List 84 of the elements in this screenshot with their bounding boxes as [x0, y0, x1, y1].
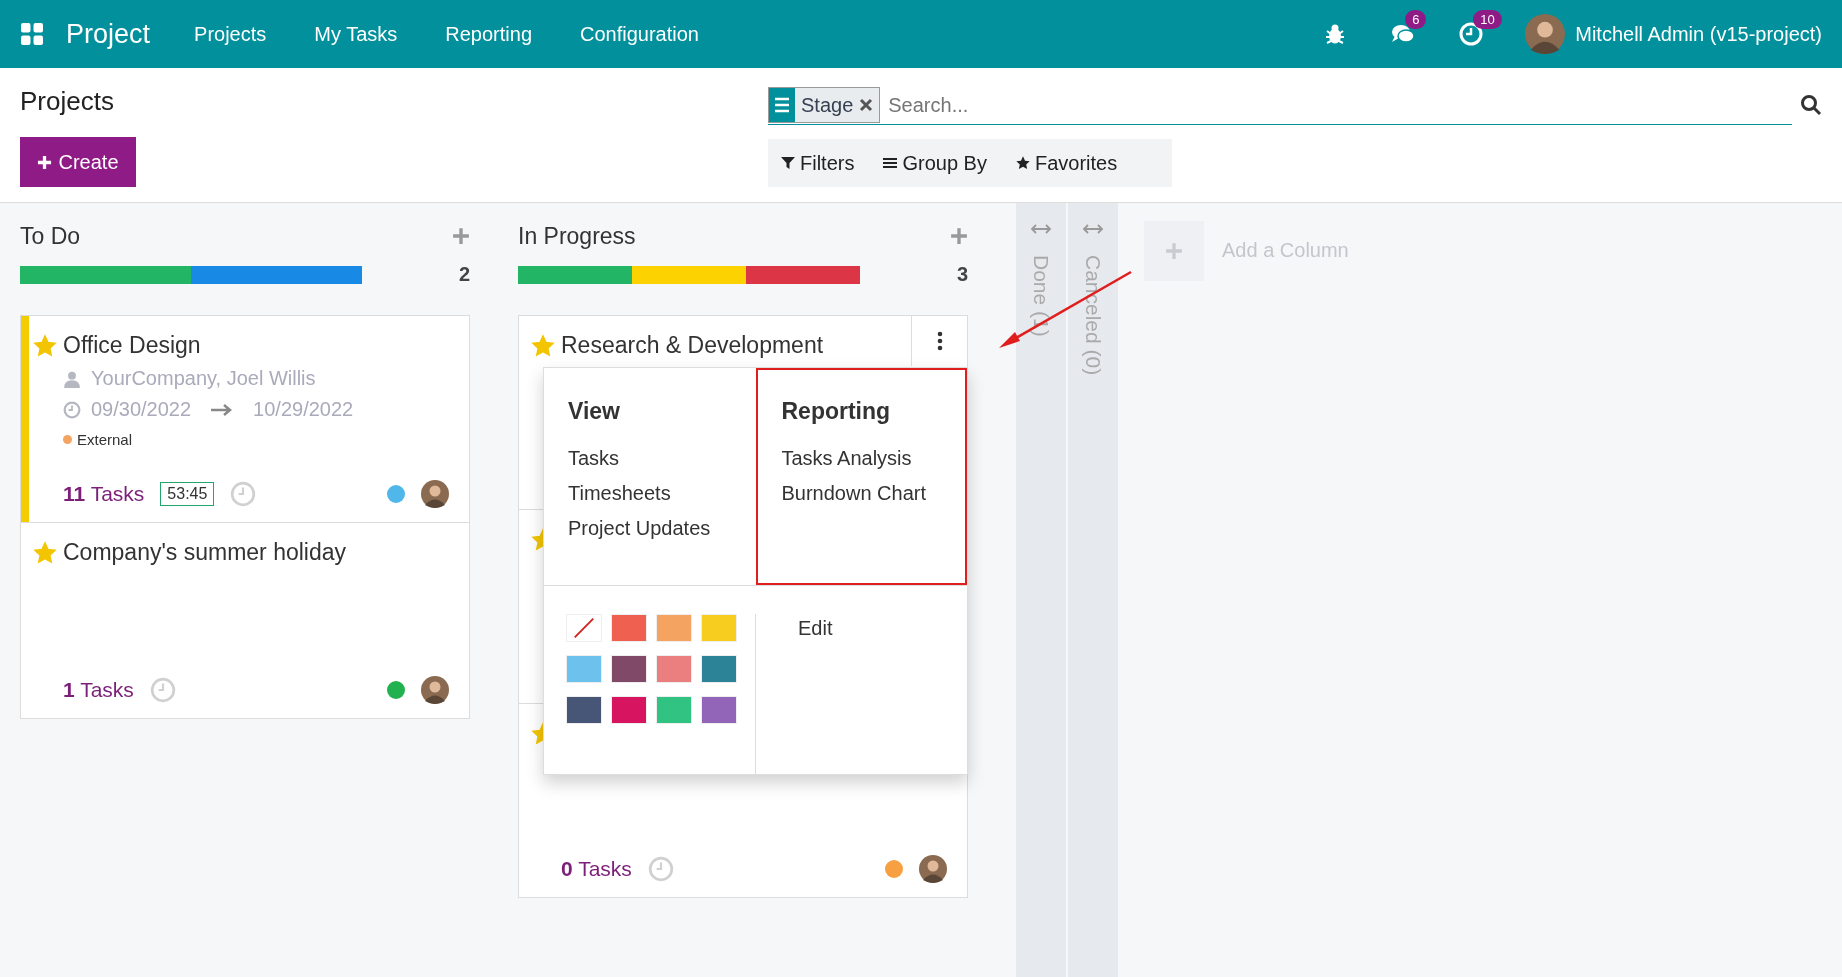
- menu-item[interactable]: Timesheets: [568, 476, 756, 511]
- column-title: Canceled (0): [1081, 255, 1105, 376]
- search-icon[interactable]: [1800, 94, 1822, 116]
- avatar-icon: [421, 480, 449, 508]
- color-swatch[interactable]: [656, 614, 692, 642]
- menu-item[interactable]: Configuration: [556, 22, 723, 46]
- menu-item[interactable]: Tasks: [568, 441, 756, 476]
- toolbar-button[interactable]: Group By: [882, 151, 987, 175]
- menu-item[interactable]: Tasks Analysis: [781, 441, 965, 476]
- add-column-button[interactable]: [1144, 221, 1204, 281]
- color-swatch[interactable]: [611, 696, 647, 724]
- record-count: 3: [956, 263, 968, 286]
- status-dot[interactable]: [387, 485, 405, 503]
- menu-item[interactable]: Projects: [170, 22, 291, 46]
- star-icon: [1014, 155, 1031, 171]
- notification-badge: 6: [1405, 10, 1427, 29]
- tasks-link[interactable]: 11 Tasks: [63, 482, 145, 506]
- status-dot[interactable]: [387, 681, 405, 699]
- search-field[interactable]: Search...: [886, 92, 1792, 118]
- color-swatch[interactable]: [701, 655, 737, 683]
- card-title[interactable]: Office Design: [63, 332, 449, 359]
- plus-icon[interactable]: [950, 227, 968, 245]
- avatar-icon: [421, 676, 449, 704]
- color-swatch[interactable]: [611, 614, 647, 642]
- record-count: 2: [458, 263, 470, 286]
- avatar-icon: [919, 855, 947, 883]
- search-facet[interactable]: Stage: [768, 87, 881, 123]
- filter-icon: [780, 155, 796, 171]
- card-title[interactable]: Research & Development: [561, 332, 947, 359]
- tasks-link[interactable]: 0 Tasks: [561, 857, 632, 881]
- menu-heading: Reporting: [781, 398, 892, 425]
- create-button[interactable]: Create: [20, 137, 136, 187]
- menu-item[interactable]: Project Updates: [568, 511, 756, 546]
- progress-segment[interactable]: [518, 265, 632, 284]
- toolbar-button[interactable]: Favorites: [1014, 151, 1118, 175]
- progress-segment[interactable]: [191, 265, 362, 284]
- project-card[interactable]: Company's summer holiday 1 Tasks: [20, 522, 470, 719]
- tasks-link[interactable]: 1 Tasks: [63, 678, 134, 702]
- more-icon[interactable]: [936, 331, 943, 351]
- menu-item[interactable]: Burndown Chart: [781, 476, 965, 511]
- star-icon[interactable]: [531, 334, 555, 358]
- toolbar-button[interactable]: Filters: [780, 151, 855, 175]
- menu-item[interactable]: My Tasks: [290, 22, 422, 46]
- time-badge: 53:45: [160, 482, 215, 506]
- card-title[interactable]: Company's summer holiday: [63, 539, 449, 566]
- column-title: To Do: [20, 222, 81, 250]
- color-swatch[interactable]: [656, 696, 692, 724]
- clock-icon: [63, 400, 81, 419]
- expand-icon[interactable]: [1030, 223, 1052, 235]
- close-icon[interactable]: [859, 98, 874, 112]
- menu-heading: View: [568, 398, 621, 425]
- customer-name: YourCompany, Joel Willis: [91, 367, 316, 390]
- apps-menu-icon[interactable]: [20, 22, 44, 46]
- expand-icon[interactable]: [1082, 223, 1104, 235]
- list-icon: [882, 155, 899, 171]
- project-card[interactable]: Office Design YourCompany, Joel Willis 09/30/2022 10/29/2022 External 11 Tasks 53:45: [20, 315, 470, 523]
- color-swatch[interactable]: [566, 696, 602, 724]
- plus-icon: [37, 154, 53, 170]
- no-color-swatch[interactable]: [566, 614, 602, 642]
- avatar-icon: [1525, 14, 1566, 54]
- menu-item[interactable]: Reporting: [421, 22, 556, 46]
- app-name[interactable]: Project: [66, 18, 151, 50]
- progress-segment[interactable]: [746, 265, 860, 284]
- tag-label: External: [77, 431, 133, 448]
- color-swatch[interactable]: [701, 696, 737, 724]
- arrow-icon: [211, 403, 234, 416]
- color-swatch[interactable]: [656, 655, 692, 683]
- user-name[interactable]: Mitchell Admin (v15-project): [1575, 22, 1822, 46]
- notification-badge: 10: [1473, 10, 1502, 29]
- star-icon[interactable]: [33, 334, 57, 358]
- edit-menu-item[interactable]: Edit: [792, 614, 839, 642]
- status-dot[interactable]: [885, 860, 903, 878]
- plus-icon: [1165, 242, 1183, 260]
- color-swatch[interactable]: [701, 614, 737, 642]
- color-swatch[interactable]: [611, 655, 647, 683]
- start-date: 09/30/2022: [91, 398, 192, 421]
- person-icon: [63, 369, 81, 388]
- plus-icon[interactable]: [452, 227, 470, 245]
- color-swatch[interactable]: [566, 655, 602, 683]
- end-date: 10/29/2022: [253, 398, 354, 421]
- column-title: In Progress: [518, 222, 636, 250]
- progress-segment[interactable]: [20, 265, 191, 284]
- star-icon[interactable]: [33, 541, 57, 565]
- page-title: Projects: [20, 86, 115, 117]
